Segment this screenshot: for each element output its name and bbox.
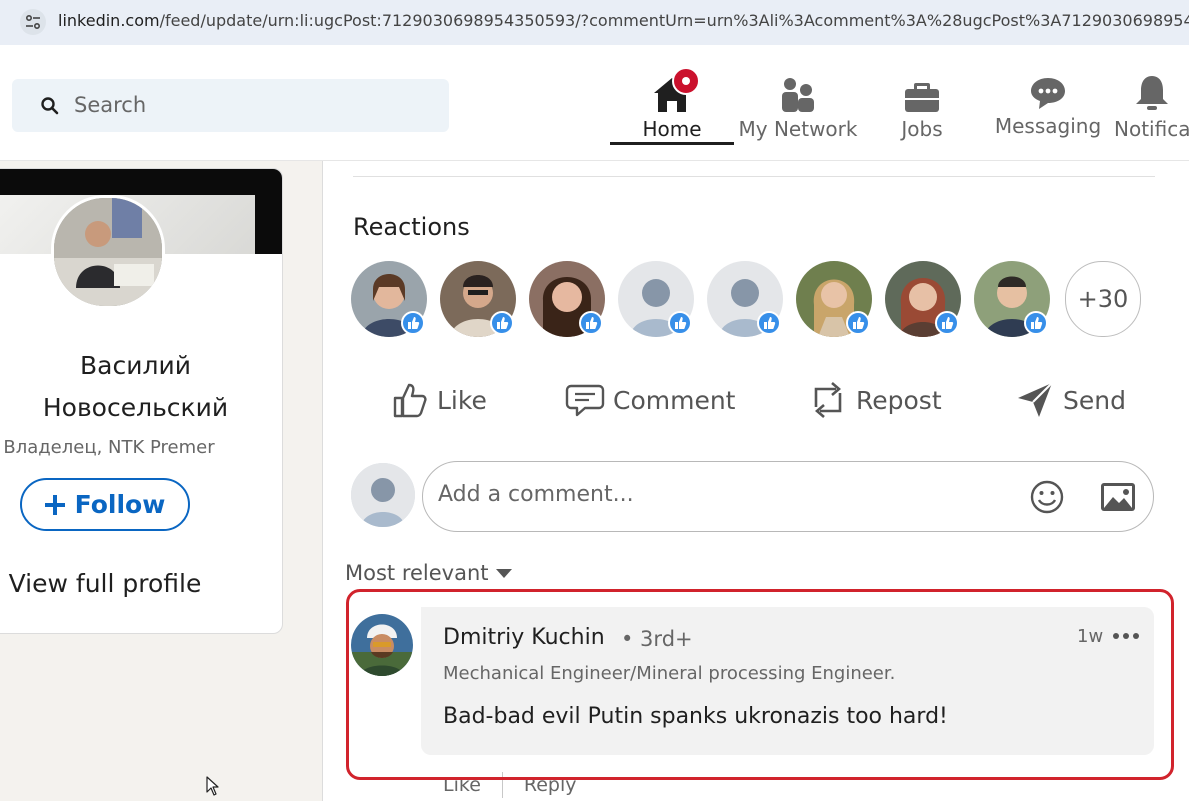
nav-home[interactable]: Home — [610, 67, 734, 147]
like-reaction-icon — [757, 311, 781, 335]
sort-comments-dropdown[interactable]: Most relevant — [345, 561, 513, 585]
nav-home-label: Home — [642, 117, 702, 141]
comment-reply-button[interactable]: Reply — [524, 774, 577, 796]
url-path: /feed/update/urn:li:ugcPost:712903069895… — [159, 11, 1189, 30]
caret-down-icon — [495, 569, 512, 578]
profile-name-line2: Новосельский — [42, 393, 229, 422]
like-reaction-icon — [668, 311, 692, 335]
comment-bubble: Dmitriy Kuchin • 3rd+ 1w Mechanical Engi… — [421, 607, 1154, 755]
nav-my-network[interactable]: My Network — [738, 67, 858, 147]
like-reaction-icon — [1024, 311, 1048, 335]
comment-timestamp: 1w — [1077, 626, 1104, 647]
mouse-cursor-icon — [206, 776, 219, 796]
divider — [501, 772, 503, 798]
sort-label: Most relevant — [345, 561, 489, 585]
url-domain: linkedin.com — [58, 11, 160, 30]
reactor-avatar[interactable] — [529, 261, 605, 337]
current-user-avatar[interactable] — [351, 463, 415, 527]
like-reaction-icon — [401, 311, 425, 335]
divider — [353, 176, 1155, 177]
reactor-avatar[interactable] — [796, 261, 872, 337]
search-input[interactable]: Search — [12, 79, 449, 132]
repost-button[interactable]: Repost — [808, 375, 942, 425]
follow-label: Follow — [74, 490, 166, 519]
comment-text: Bad-bad evil Putin spanks ukronazis too … — [443, 704, 948, 729]
commenter-headline: Mechanical Engineer/Mineral processing E… — [443, 663, 896, 684]
url-text[interactable]: linkedin.com/feed/update/urn:li:ugcPost:… — [58, 11, 1189, 30]
like-label: Like — [437, 385, 487, 415]
social-actions-bar: Like Comment Repost Send — [363, 375, 1163, 425]
nav-notifications-label: Notificat — [1114, 117, 1189, 141]
send-button[interactable]: Send — [1015, 375, 1126, 425]
site-settings-icon[interactable] — [20, 9, 46, 35]
connection-degree: • 3rd+ — [621, 627, 693, 651]
bell-icon — [1136, 76, 1168, 110]
comment-placeholder: Add a comment... — [438, 482, 634, 507]
commenter-name[interactable]: Dmitriy Kuchin — [443, 625, 605, 650]
global-nav: Search Home My Network Jobs Messaging No… — [0, 45, 1189, 161]
nav-jobs[interactable]: Jobs — [872, 67, 972, 147]
image-icon[interactable] — [1099, 481, 1137, 513]
profile-name[interactable]: Василий Новосельский — [0, 345, 282, 429]
follow-button[interactable]: Follow — [20, 478, 190, 531]
thumbs-up-icon — [393, 383, 427, 418]
search-icon — [41, 97, 59, 115]
browser-url-bar[interactable]: linkedin.com/feed/update/urn:li:ugcPost:… — [0, 0, 1189, 45]
nav-messaging-label: Messaging — [994, 114, 1102, 138]
reactor-avatar[interactable] — [351, 261, 427, 337]
comment-like-button[interactable]: Like — [443, 774, 481, 796]
reactor-avatar[interactable] — [618, 261, 694, 337]
repost-label: Repost — [856, 385, 942, 415]
more-options-icon[interactable] — [1113, 633, 1139, 639]
people-icon — [782, 78, 814, 112]
comment-icon — [565, 384, 605, 417]
comment-label: Comment — [613, 385, 736, 415]
emoji-icon[interactable] — [1028, 478, 1066, 516]
reactor-avatar[interactable] — [707, 261, 783, 337]
reactions-heading: Reactions — [353, 213, 470, 241]
nav-active-indicator — [610, 142, 734, 145]
like-reaction-icon — [579, 311, 603, 335]
chat-icon — [1031, 78, 1065, 109]
send-label: Send — [1063, 385, 1126, 415]
search-placeholder: Search — [74, 93, 147, 117]
briefcase-icon — [905, 83, 939, 112]
like-reaction-icon — [846, 311, 870, 335]
view-full-profile-link[interactable]: View full profile — [0, 569, 221, 598]
nav-jobs-label: Jobs — [901, 117, 943, 141]
send-icon — [1018, 382, 1053, 417]
commenter-avatar[interactable] — [351, 614, 413, 676]
like-button[interactable]: Like — [391, 375, 487, 425]
comment-actions: Like Reply — [443, 772, 577, 798]
reactor-avatar[interactable] — [885, 261, 961, 337]
repost-icon — [814, 382, 842, 418]
like-reaction-icon — [490, 311, 514, 335]
like-reaction-icon — [935, 311, 959, 335]
more-reactors-button[interactable]: +30 — [1065, 261, 1141, 337]
profile-name-line1: Василий — [80, 351, 191, 380]
plus-icon — [44, 494, 65, 515]
post-detail-card: Reactions +30 Like Comment Repost Send A… — [322, 161, 1189, 801]
comment-input[interactable]: Add a comment... — [422, 461, 1154, 532]
profile-avatar[interactable] — [51, 195, 165, 309]
nav-my-network-label: My Network — [738, 117, 858, 141]
comment-button[interactable]: Comment — [565, 375, 736, 425]
reactor-avatar[interactable] — [974, 261, 1050, 337]
profile-card: Василий Новосельский Владелец, NTK Preme… — [0, 168, 283, 634]
nav-messaging[interactable]: Messaging — [992, 67, 1104, 147]
notification-badge — [672, 67, 700, 95]
profile-title: Владелец, NTK Premer — [3, 437, 215, 458]
nav-notifications[interactable]: Notificat — [1114, 67, 1189, 147]
reactor-avatar[interactable] — [440, 261, 516, 337]
